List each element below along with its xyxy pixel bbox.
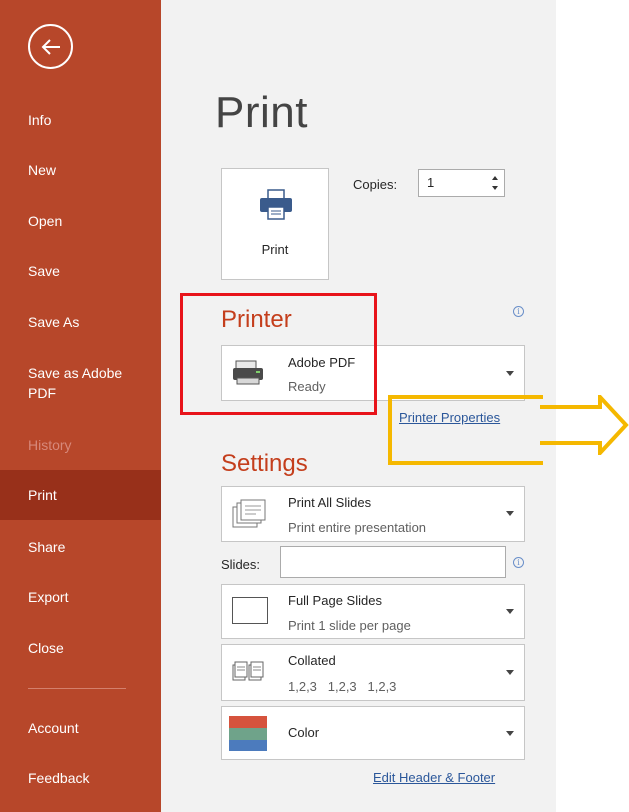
nav-item-feedback[interactable]: Feedback — [0, 756, 161, 800]
nav-item-label: Share — [28, 539, 66, 555]
nav-item-history: History — [0, 423, 161, 467]
nav-item-label: Info — [28, 112, 52, 128]
arrow-right-icon — [540, 395, 629, 455]
collation-dropdown[interactable]: Collated 1,2,3 1,2,3 1,2,3 — [221, 644, 525, 701]
nav-item-label: History — [28, 437, 72, 453]
copies-label: Copies: — [353, 177, 398, 192]
full-page-slide-icon — [232, 597, 268, 624]
nav-item-label: Print — [28, 487, 57, 503]
print-button[interactable]: Print — [221, 168, 329, 280]
nav-item-open[interactable]: Open — [0, 199, 161, 243]
copies-spinner-icon[interactable] — [490, 173, 500, 193]
nav-item-save[interactable]: Save — [0, 249, 161, 293]
info-icon[interactable]: i — [513, 306, 524, 317]
nav-item-label: New — [28, 162, 57, 178]
nav-item-share[interactable]: Share — [0, 525, 161, 569]
printer-icon — [260, 189, 292, 220]
chevron-down-icon — [506, 511, 514, 516]
copies-input[interactable]: 1 — [418, 169, 505, 197]
nav-item-info[interactable]: Info — [0, 98, 161, 142]
nav-item-label: Save — [28, 263, 60, 279]
nav-item-print[interactable]: Print — [0, 470, 161, 520]
chevron-down-icon — [506, 731, 514, 736]
color-dropdown[interactable]: Color — [221, 706, 525, 760]
chevron-down-icon — [506, 670, 514, 675]
nav-item-label: Open — [28, 213, 63, 229]
back-button[interactable] — [28, 24, 73, 69]
color-swatch-icon — [229, 716, 267, 751]
copies-value: 1 — [427, 175, 435, 190]
info-icon[interactable]: i — [513, 557, 524, 568]
layout-dropdown[interactable]: Full Page Slides Print 1 slide per page — [221, 584, 525, 639]
nav-item-label: Close — [28, 640, 64, 656]
edit-header-footer-link[interactable]: Edit Header & Footer — [373, 770, 495, 785]
page-title: Print — [215, 88, 308, 137]
all-slides-icon — [232, 499, 266, 528]
backstage-sidebar: Info New Open Save Save As Save as Adobe… — [0, 0, 161, 812]
nav-item-label: Save as Adobe PDF — [28, 365, 123, 401]
chevron-down-icon — [506, 609, 514, 614]
nav-item-close[interactable]: Close — [0, 626, 161, 670]
nav-item-label: Save As — [28, 314, 80, 330]
slides-label: Slides: — [221, 557, 261, 572]
chevron-down-icon — [506, 371, 514, 376]
back-arrow-icon — [41, 39, 60, 55]
nav-item-new[interactable]: New — [0, 148, 161, 192]
collation-subtitle: 1,2,3 1,2,3 1,2,3 — [288, 679, 397, 694]
print-range-dropdown[interactable]: Print All Slides Print entire presentati… — [221, 486, 525, 542]
layout-subtitle: Print 1 slide per page — [288, 618, 411, 633]
slides-input[interactable] — [280, 546, 506, 578]
color-title: Color — [288, 725, 320, 740]
nav-divider — [28, 688, 126, 689]
printer-highlight-box — [180, 293, 377, 415]
print-button-label: Print — [261, 242, 289, 257]
collated-icon — [232, 661, 264, 681]
nav-item-label: Feedback — [28, 770, 90, 786]
layout-title: Full Page Slides — [288, 593, 382, 608]
nav-item-label: Export — [28, 589, 69, 605]
print-range-title: Print All Slides — [288, 495, 372, 510]
nav-item-account[interactable]: Account — [0, 706, 161, 750]
nav-item-save-as-adobe-pdf[interactable]: Save as Adobe PDF — [0, 355, 161, 411]
collation-title: Collated — [288, 653, 336, 668]
nav-item-export[interactable]: Export — [0, 575, 161, 619]
properties-highlight-box — [388, 395, 543, 465]
nav-item-label: Account — [28, 720, 79, 736]
nav-item-save-as[interactable]: Save As — [0, 300, 161, 344]
print-range-subtitle: Print entire presentation — [288, 520, 427, 535]
settings-section-title: Settings — [221, 450, 308, 477]
